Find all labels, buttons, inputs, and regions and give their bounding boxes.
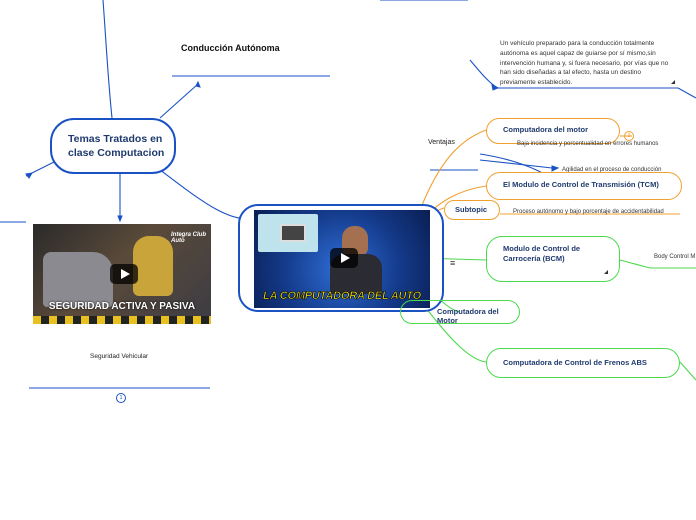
play-button-left[interactable] (110, 264, 138, 284)
video-computadora[interactable]: LA COMPUTADORA DEL AUTO (254, 210, 430, 308)
proceso-text[interactable]: Proceso autónomo y bajo porcentaje de ac… (513, 209, 664, 215)
body-control-text[interactable]: Body Control M (654, 254, 695, 260)
central-topic-label: Temas Tratados en clase Computacion (68, 133, 165, 159)
bcm-node[interactable]: Modulo de Control de Carrocería (BCM) (486, 236, 620, 282)
subtopic-node[interactable]: Subtopic (444, 200, 500, 220)
computadora-motor2-node[interactable]: Computadora del Motor (400, 300, 520, 325)
tcm-label: El Modulo de Control de Transmisión (TCM… (503, 180, 659, 189)
crash-dummy-shape (133, 236, 173, 296)
tcm-node[interactable]: El Modulo de Control de Transmisión (TCM… (486, 172, 682, 200)
computer-screen-shape (280, 224, 306, 242)
computadora-motor-label: Computadora del motor (503, 125, 589, 134)
computadora-motor-badge-count: 3 (627, 133, 631, 139)
computer-icon (258, 214, 318, 252)
seguridad-badge-count: 1 (119, 395, 123, 401)
seguridad-badge[interactable]: 1 (116, 393, 126, 403)
conduccion-note: Un vehículo preparado para la conducción… (500, 40, 669, 87)
baja-incidencia-text[interactable]: Baja incidencia y porcentualidad en erro… (517, 141, 658, 147)
bcm-expand-icon[interactable] (604, 270, 608, 274)
conduccion-topic[interactable]: Conducción Autónoma (181, 43, 280, 53)
caption-underline (33, 316, 211, 324)
computadora-motor2-label: Computadora del Motor (437, 307, 499, 325)
central-topic[interactable]: Temas Tratados en clase Computacion (50, 118, 176, 174)
bcm-label: Modulo de Control de Carrocería (BCM) (503, 244, 581, 263)
subtopic-label: Subtopic (455, 205, 488, 214)
bcm-menu-icon[interactable]: ≡ (450, 258, 455, 268)
ventajas-label[interactable]: Ventajas (428, 139, 455, 146)
video-logo: Integra Club Auto (171, 232, 207, 244)
abs-node[interactable]: Computadora de Control de Frenos ABS (486, 348, 680, 378)
note-expand-icon[interactable] (671, 80, 675, 84)
seguridad-label[interactable]: Seguridad Vehicular (90, 353, 148, 360)
computadora-motor-badge[interactable]: 3 (624, 131, 634, 141)
abs-label: Computadora de Control de Frenos ABS (503, 358, 647, 367)
video-seguridad[interactable]: Integra Club Auto SEGURIDAD ACTIVA Y PAS… (33, 224, 211, 324)
play-button-center[interactable] (330, 248, 358, 268)
video-caption-center: LA COMPUTADORA DEL AUTO (263, 290, 422, 303)
car-door-shape (43, 252, 113, 307)
video-caption-left: SEGURIDAD ACTIVA Y PASIVA (48, 301, 196, 312)
